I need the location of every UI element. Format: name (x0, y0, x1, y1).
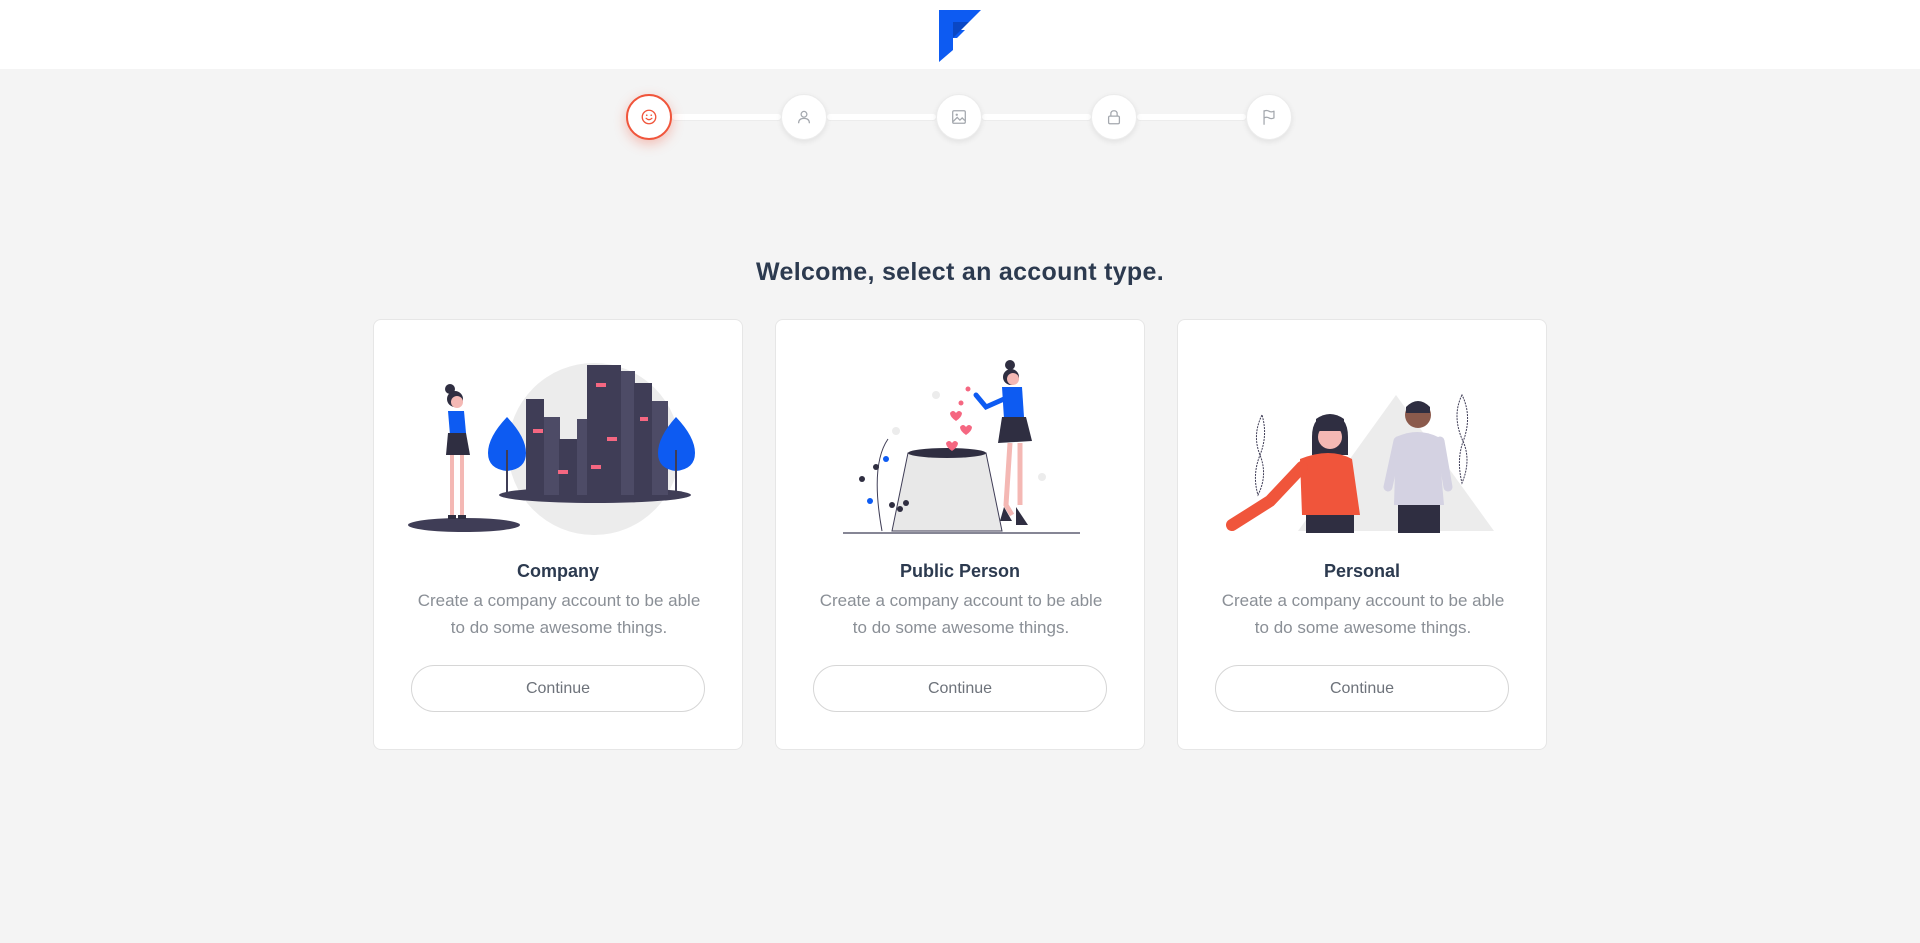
step-connector (672, 114, 781, 120)
city-illustration (408, 363, 695, 535)
account-card-public-person[interactable]: Public Person Create a company account t… (775, 319, 1145, 750)
card-description: Create a company account to be able to d… (1221, 591, 1505, 637)
continue-button-company[interactable]: Continue (411, 665, 705, 712)
user-icon (797, 110, 811, 124)
continue-button-personal[interactable]: Continue (1215, 665, 1509, 712)
couple-illustration (1226, 393, 1494, 533)
card-description: Create a company account to be able to d… (417, 591, 701, 637)
smile-icon (641, 109, 657, 125)
step-security[interactable] (1091, 94, 1137, 140)
step-connector (982, 114, 1091, 120)
public-person-illustration (843, 360, 1080, 534)
image-icon (952, 110, 966, 124)
card-description: Create a company account to be able to d… (819, 591, 1103, 637)
step-connector (827, 114, 936, 120)
step-avatar[interactable] (936, 94, 982, 140)
lock-icon (1107, 110, 1121, 125)
continue-button-public-person[interactable]: Continue (813, 665, 1107, 712)
card-title: Personal (1323, 561, 1401, 581)
step-connector (1137, 114, 1246, 120)
progress-stepper (626, 94, 1292, 140)
account-card-company[interactable]: Company Create a company account to be a… (373, 319, 743, 750)
card-title: Company (516, 561, 599, 581)
top-bar (0, 0, 1920, 69)
step-finish[interactable] (1246, 94, 1292, 140)
step-welcome[interactable] (626, 94, 672, 140)
page-title: Welcome, select an account type. (756, 258, 1164, 286)
card-title: Public Person (899, 561, 1021, 581)
flex-logo-icon[interactable] (939, 9, 981, 62)
step-profile[interactable] (781, 94, 827, 140)
account-card-personal[interactable]: Personal Create a company account to be … (1177, 319, 1547, 750)
flag-icon (1263, 109, 1275, 125)
